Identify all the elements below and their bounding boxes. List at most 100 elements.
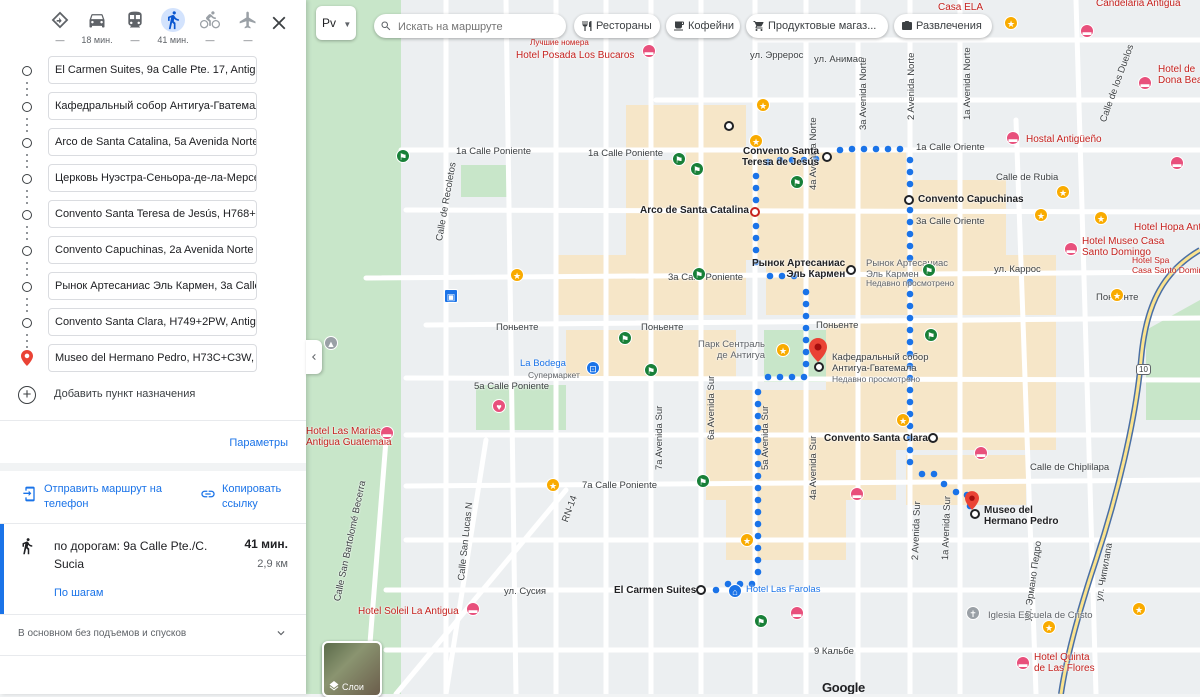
- hotel-icon[interactable]: ▬: [466, 602, 480, 616]
- star-icon[interactable]: ★: [1042, 620, 1056, 634]
- cathedral-pin-icon[interactable]: [809, 338, 827, 362]
- place-label-hostal[interactable]: Hostal Antigüeño: [1026, 134, 1102, 145]
- stop-input-3[interactable]: Arco de Santa Catalina, 5a Avenida Norte…: [48, 128, 257, 156]
- search-input[interactable]: [396, 17, 560, 37]
- flag-icon[interactable]: ⚑: [690, 162, 704, 176]
- star-icon[interactable]: ★: [1094, 211, 1108, 225]
- collapse-panel-button[interactable]: [306, 340, 322, 374]
- star-icon[interactable]: ★: [1056, 185, 1070, 199]
- stop-marker-rynok[interactable]: [846, 265, 856, 275]
- hotel-icon[interactable]: ▬: [1138, 76, 1152, 90]
- flag-icon[interactable]: ⚑: [696, 474, 710, 488]
- place-label-santa-clara[interactable]: Convento Santa Clara: [824, 433, 928, 444]
- hotel-icon[interactable]: ▬: [1080, 24, 1094, 38]
- chip-groceries[interactable]: Продуктовые магаз...: [746, 14, 888, 38]
- map-canvas[interactable]: 1a Calle Poniente 1a Calle Poniente 1a C…: [306, 0, 1200, 694]
- place-label-el-carmen[interactable]: El Carmen Suites: [614, 585, 696, 596]
- place-label-posada[interactable]: Hotel Posada Los Bucaros: [516, 50, 634, 61]
- star-icon[interactable]: ★: [756, 98, 770, 112]
- flag-icon[interactable]: ⚑: [754, 614, 768, 628]
- place-label-cathedral[interactable]: Кафедральный собор Антигуа-Гватемала: [832, 352, 928, 374]
- star-icon[interactable]: ★: [896, 413, 910, 427]
- place-label-spa[interactable]: Hotel Spa Casa Santo Domingo: [1132, 255, 1200, 275]
- chip-cafes[interactable]: Кофейни: [666, 14, 740, 38]
- stop-input-9[interactable]: Museo del Hermano Pedro, H73C+C3W, Antig…: [48, 344, 257, 372]
- place-label-bodega[interactable]: La Bodega: [520, 358, 566, 369]
- route-search-box[interactable]: [374, 14, 566, 38]
- route-option[interactable]: по дорогам: 9a Calle Pte./C. Sucia 41 ми…: [0, 524, 306, 614]
- stop-input-7[interactable]: Рынок Артесаниас Эль Кармен, 3a Calle: [48, 272, 257, 300]
- stop-input-5[interactable]: Convento Santa Teresa de Jesús, H768+6: [48, 200, 257, 228]
- mode-flights[interactable]: —: [228, 8, 268, 45]
- flag-icon[interactable]: ⚑: [644, 363, 658, 377]
- hotel-icon[interactable]: ▬: [850, 487, 864, 501]
- place-label-iglesia[interactable]: Iglesia Escuela de Cristo: [988, 610, 1093, 621]
- hotel-icon[interactable]: ▬: [1064, 242, 1078, 256]
- hotel-pin-icon[interactable]: ⌂: [728, 584, 742, 598]
- destination-pin-icon[interactable]: [965, 491, 979, 510]
- stop-input-4[interactable]: Церковь Нуэстра-Сеньора-де-ла-Мерсед: [48, 164, 257, 192]
- stop-marker-museo[interactable]: [970, 509, 980, 519]
- star-icon[interactable]: ★: [1004, 16, 1018, 30]
- place-label-hopa[interactable]: Hotel Hopa Anti: [1134, 222, 1200, 233]
- place-label-park[interactable]: Парк Сентраль де Антигуа: [698, 339, 765, 361]
- flag-icon[interactable]: ⚑: [618, 331, 632, 345]
- place-label-museo[interactable]: Museo del Hermano Pedro: [984, 505, 1058, 527]
- landmark-icon[interactable]: ▲: [324, 336, 338, 350]
- place-label-arco[interactable]: Arco de Santa Catalina: [640, 205, 749, 216]
- place-label-soleil[interactable]: Hotel Soleil La Antigua: [358, 606, 459, 617]
- stop-marker-capuchinas[interactable]: [904, 195, 914, 205]
- place-label-teresa[interactable]: Convento Santa Teresa de Jesús: [742, 146, 819, 168]
- place-label-dona-beat[interactable]: Hotel de Dona Beat: [1158, 64, 1200, 86]
- mode-transit[interactable]: —: [115, 8, 155, 45]
- hotel-icon[interactable]: ▬: [1006, 131, 1020, 145]
- shopping-cart-icon[interactable]: ⊡: [586, 361, 600, 375]
- close-directions-button[interactable]: [268, 12, 290, 34]
- mode-best[interactable]: —: [40, 8, 80, 45]
- star-icon[interactable]: ★: [546, 478, 560, 492]
- flag-icon[interactable]: ⚑: [396, 149, 410, 163]
- stop-marker-cathedral[interactable]: [814, 362, 824, 372]
- bus-stop-icon[interactable]: ▣: [444, 289, 458, 303]
- stop-input-6[interactable]: Convento Capuchinas, 2a Avenida Norte y: [48, 236, 257, 264]
- flag-icon[interactable]: ⚑: [692, 267, 706, 281]
- steps-link[interactable]: По шагам: [54, 587, 103, 599]
- heart-icon[interactable]: ♥: [492, 399, 506, 413]
- hotel-icon[interactable]: ▬: [790, 606, 804, 620]
- options-link[interactable]: Параметры: [229, 437, 288, 449]
- flag-icon[interactable]: ⚑: [924, 328, 938, 342]
- stop-marker-santa-clara[interactable]: [928, 433, 938, 443]
- place-label-farolas[interactable]: Hotel Las Farolas: [746, 584, 820, 595]
- layers-button[interactable]: Слои: [322, 641, 382, 697]
- hotel-icon[interactable]: ▬: [1170, 156, 1184, 170]
- flag-icon[interactable]: ⚑: [790, 175, 804, 189]
- chip-entertainment[interactable]: Развлечения: [894, 14, 992, 38]
- mode-cycling[interactable]: —: [190, 8, 230, 45]
- star-icon[interactable]: ★: [1132, 602, 1146, 616]
- stop-input-8[interactable]: Convento Santa Clara, H749+2PW, Antigua: [48, 308, 257, 336]
- star-icon[interactable]: ★: [1034, 208, 1048, 222]
- stop-marker-teresa[interactable]: [822, 152, 832, 162]
- place-label-rynok[interactable]: Рынок Артесаниас Эль Кармен: [752, 258, 845, 280]
- hotel-icon[interactable]: ▬: [380, 426, 394, 440]
- place-label-las-marias[interactable]: Hotel Las Marias Antigua Guatemala: [306, 426, 392, 448]
- place-label-candelaria[interactable]: Candelaria Antigua: [1096, 0, 1181, 9]
- chevron-down-icon[interactable]: [274, 626, 288, 640]
- place-label-capuchinas[interactable]: Convento Capuchinas: [918, 194, 1024, 205]
- church-icon[interactable]: ✝: [966, 606, 980, 620]
- stop-input-1[interactable]: El Carmen Suites, 9a Calle Pte. 17, Anti…: [48, 56, 257, 84]
- map-type-button[interactable]: Рv ▼: [316, 6, 356, 40]
- star-icon[interactable]: ★: [510, 268, 524, 282]
- mode-driving[interactable]: 18 мин.: [77, 8, 117, 45]
- chip-restaurants[interactable]: Рестораны: [574, 14, 660, 38]
- stop-input-2[interactable]: Кафедральный собор Антигуа-Гватемала: [48, 92, 257, 120]
- flag-icon[interactable]: ⚑: [922, 263, 936, 277]
- star-icon[interactable]: ★: [740, 533, 754, 547]
- mode-walking[interactable]: 41 мин.: [153, 8, 193, 45]
- star-icon[interactable]: ★: [776, 343, 790, 357]
- hotel-icon[interactable]: ▬: [642, 44, 656, 58]
- flag-icon[interactable]: ⚑: [672, 152, 686, 166]
- hotel-icon[interactable]: ▬: [1016, 656, 1030, 670]
- add-destination-button[interactable]: + Добавить пункт назначения: [18, 386, 288, 406]
- star-icon[interactable]: ★: [1110, 288, 1124, 302]
